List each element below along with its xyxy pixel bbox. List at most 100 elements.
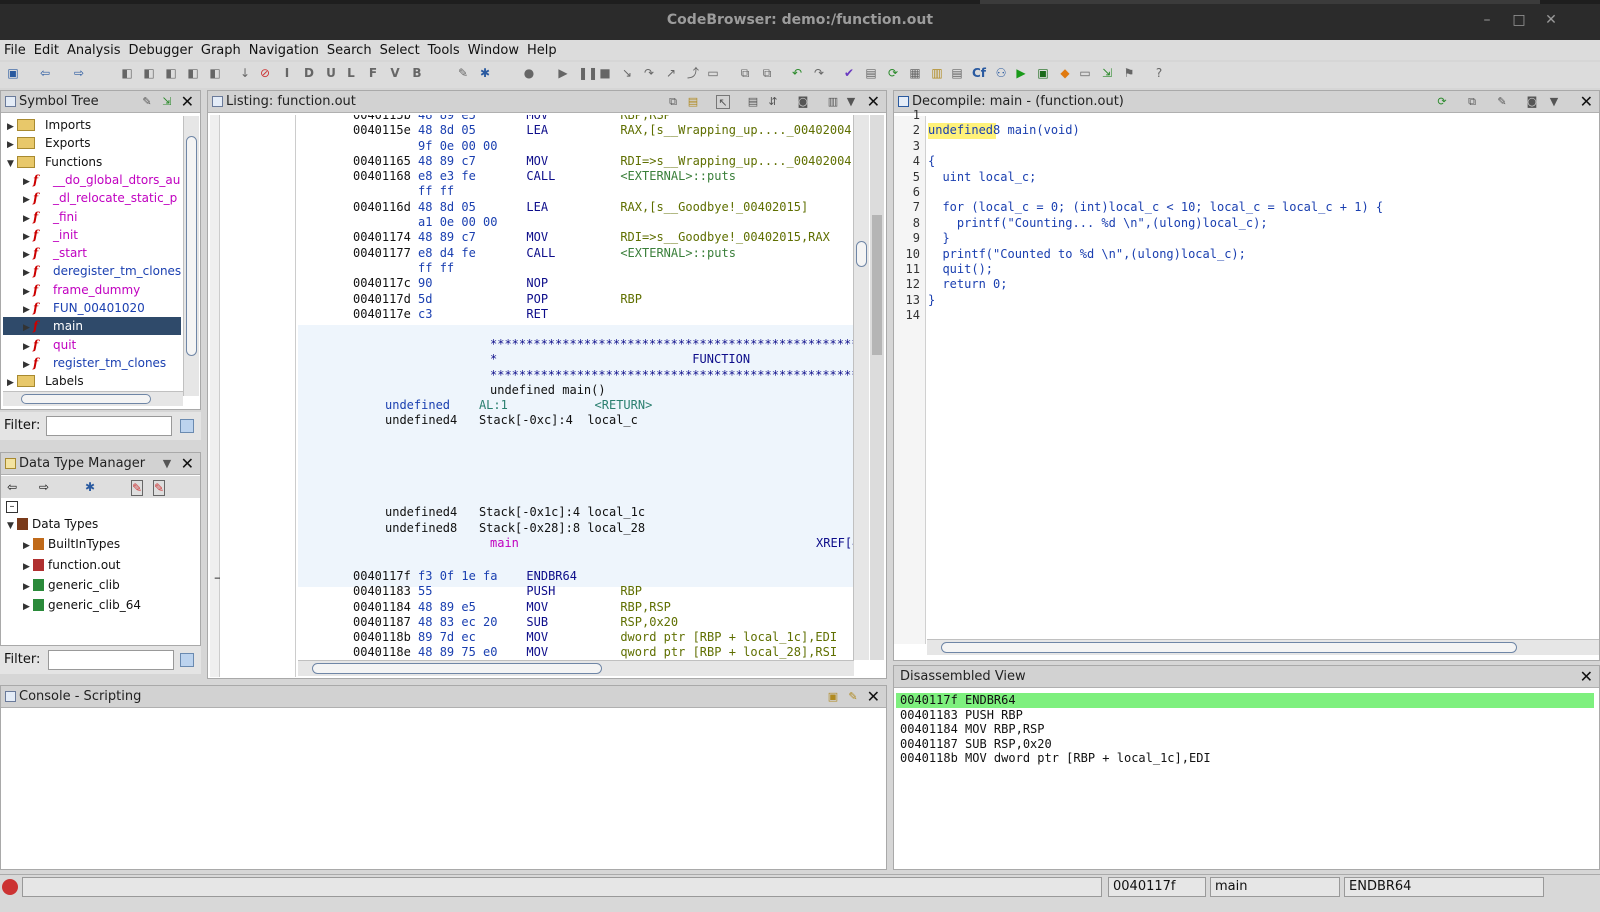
dtm-archive-icon[interactable]: ✱ bbox=[85, 480, 95, 494]
diamond-icon[interactable]: ◆ bbox=[1058, 66, 1072, 80]
edit-signature-icon[interactable]: ✎ bbox=[1495, 95, 1509, 109]
listing-line[interactable]: 0040118e 48 89 75 e0 MOV qword ptr [RBP … bbox=[353, 645, 837, 660]
listing-line[interactable]: 00401184 48 89 e5 MOV RBP,RSP bbox=[353, 600, 837, 615]
listing-line[interactable]: 00401165 48 89 c7 MOV RDI=>s__Wrapping_u… bbox=[353, 154, 854, 169]
expand-arrow-icon[interactable]: ▶ bbox=[23, 173, 33, 191]
status-error-icon[interactable] bbox=[2, 879, 18, 895]
disassembled-view-list[interactable]: 0040117f ENDBR64 00401183 PUSH RBP 0040118… bbox=[896, 691, 1596, 867]
symbol-filter-input[interactable] bbox=[46, 416, 172, 436]
tree-icon[interactable]: ⚑ bbox=[1122, 66, 1136, 80]
expand-arrow-icon[interactable]: ▶ bbox=[23, 578, 33, 596]
listing-line[interactable]: 00401168 e8 e3 fe CALL <EXTERNAL>::puts bbox=[353, 169, 854, 184]
dtm-filter-pointers-icon[interactable]: ✎ bbox=[131, 480, 144, 496]
expand-arrow-icon[interactable]: ▶ bbox=[23, 264, 33, 282]
listing-menu-icon[interactable]: ▼ bbox=[844, 95, 858, 109]
decompile-line[interactable]: 14 bbox=[894, 308, 1584, 323]
tree-item[interactable]: ▶ Exports bbox=[7, 134, 91, 152]
decompile-line[interactable]: 8 printf("Counting... %d \n",(ulong)loca… bbox=[894, 216, 1584, 231]
clear-console-icon[interactable]: ✎ bbox=[846, 690, 860, 704]
expand-arrow-icon[interactable]: ▶ bbox=[23, 598, 33, 616]
decompile-line[interactable]: 2 undefined8 main(void) bbox=[894, 123, 1584, 139]
expand-arrow-icon[interactable]: ▶ bbox=[7, 374, 17, 392]
tree-item[interactable]: ▶ Imports bbox=[7, 116, 91, 134]
decompile-hscroll[interactable] bbox=[927, 639, 1599, 655]
tree-item[interactable]: ▶ Labels bbox=[7, 372, 84, 390]
listing-line[interactable]: 0040117c 90 NOP bbox=[353, 276, 854, 291]
play-icon[interactable]: ▶ bbox=[556, 66, 570, 80]
patch-icon[interactable]: ✎ bbox=[456, 66, 470, 80]
disassembled-line[interactable]: 0040118b MOV dword ptr [RBP + local_1c],… bbox=[896, 751, 1594, 766]
expand-arrow-icon[interactable]: ▼ bbox=[7, 517, 17, 535]
function-label-row[interactable]: main XREF[4 bbox=[298, 536, 854, 551]
listing-options-icon[interactable]: ▥ bbox=[826, 95, 840, 109]
navigate-icon[interactable]: ⇲ bbox=[160, 95, 174, 109]
expand-arrow-icon[interactable]: ▶ bbox=[23, 191, 33, 209]
disassembled-line[interactable]: 00401184 MOV RBP,RSP bbox=[896, 722, 1594, 737]
expand-arrow-icon[interactable]: ▶ bbox=[23, 283, 33, 301]
close-window-icon[interactable]: ✕ bbox=[1542, 11, 1560, 29]
disassembled-line[interactable]: 00401187 SUB RSP,0x20 bbox=[896, 737, 1594, 752]
back-icon[interactable]: ⇦ bbox=[38, 66, 52, 80]
listing-vscroll[interactable] bbox=[853, 115, 869, 660]
comment-icon[interactable]: ▭ bbox=[706, 66, 720, 80]
expand-arrow-icon[interactable]: ▶ bbox=[7, 136, 17, 154]
nav-l-icon[interactable]: L bbox=[344, 66, 358, 80]
decompile-line[interactable]: 11 quit(); bbox=[894, 262, 1584, 277]
down-arrow-icon[interactable]: ↓ bbox=[238, 66, 252, 80]
dtm-back-icon[interactable]: ⇦ bbox=[7, 480, 17, 494]
tree-item[interactable]: ▶ f _init bbox=[23, 226, 78, 244]
function-variable[interactable]: undefined AL:1 <RETURN> bbox=[298, 398, 854, 413]
nav-i-icon[interactable]: I bbox=[280, 66, 294, 80]
window-icon[interactable]: ▭ bbox=[1078, 66, 1092, 80]
bug-icon[interactable]: ✱ bbox=[478, 66, 492, 80]
snapshot-icon[interactable]: ⧉ bbox=[738, 66, 752, 80]
tree-item[interactable]: ▶ f frame_dummy bbox=[23, 281, 140, 299]
dtm-filter-options-icon[interactable] bbox=[180, 653, 194, 667]
cursor-mode-icon[interactable]: ↖ bbox=[716, 95, 730, 109]
decompile-line[interactable]: 12 return 0; bbox=[894, 277, 1584, 292]
listing-line[interactable]: 00401183 55 PUSH RBP bbox=[353, 584, 837, 599]
menu-window[interactable]: Window bbox=[468, 43, 519, 58]
nav-f-icon[interactable]: F bbox=[366, 66, 380, 80]
console-output[interactable] bbox=[3, 711, 883, 867]
edit-fields-icon[interactable]: ▤ bbox=[746, 95, 760, 109]
symbol-tree-hscroll[interactable] bbox=[3, 391, 183, 406]
symbol-tree-vscroll[interactable] bbox=[183, 116, 199, 396]
menu-navigation[interactable]: Navigation bbox=[249, 43, 319, 58]
tree-item[interactable]: ▶ f FUN_00401020 bbox=[23, 299, 145, 317]
pause-icon[interactable]: ❚❚ bbox=[578, 66, 598, 80]
listing-line[interactable]: 0040115b 48 89 e5 MOV RBP,RSP bbox=[353, 115, 854, 123]
snapshot-listing-icon[interactable]: ◙ bbox=[796, 95, 810, 109]
decompile-line[interactable]: 3 bbox=[894, 139, 1584, 154]
collapse-all-icon[interactable]: – bbox=[6, 501, 18, 513]
listing-line[interactable]: 00401174 48 89 c7 MOV RDI=>s__Goodbye!_0… bbox=[353, 230, 854, 245]
listing-line[interactable]: 0040118b 89 7d ec MOV dword ptr [RBP + l… bbox=[353, 630, 837, 645]
nav-b-icon[interactable]: B bbox=[410, 66, 424, 80]
tree-item[interactable]: ▶ function.out bbox=[23, 556, 121, 574]
nav-label-icon[interactable]: ◧ bbox=[208, 66, 222, 80]
tree-item[interactable]: ▶ f main bbox=[3, 317, 181, 336]
check-icon[interactable]: ✔ bbox=[842, 66, 856, 80]
function-variable[interactable]: undefined4 Stack[-0xc]:4 local_c bbox=[298, 413, 854, 428]
expand-arrow-icon[interactable]: ▶ bbox=[23, 356, 33, 374]
diff-view-icon[interactable]: ⇵ bbox=[766, 95, 780, 109]
expand-arrow-icon[interactable]: ▶ bbox=[7, 118, 17, 136]
close-console-icon[interactable]: ✕ bbox=[867, 686, 880, 708]
tree-item[interactable]: ▼ Functions bbox=[7, 153, 102, 171]
decompile-line[interactable]: 4{ bbox=[894, 154, 1584, 169]
nav-inst-icon[interactable]: ◧ bbox=[142, 66, 156, 80]
copy-icon[interactable]: ⧉ bbox=[666, 95, 680, 109]
listing-line[interactable]: ff ff bbox=[353, 184, 854, 199]
memory-map-icon[interactable]: ▤ bbox=[950, 66, 964, 80]
expand-arrow-icon[interactable]: ▶ bbox=[23, 246, 33, 264]
function-signature[interactable]: undefined main() bbox=[298, 383, 854, 398]
step-into-icon[interactable]: ↘ bbox=[620, 66, 634, 80]
function-variable[interactable]: undefined8 Stack[-0x28]:8 local_28 bbox=[298, 521, 854, 536]
function-graph-icon[interactable]: ⚇ bbox=[994, 66, 1008, 80]
menu-tools[interactable]: Tools bbox=[428, 43, 460, 58]
dtm-filter-arrays-icon[interactable]: ✎ bbox=[153, 480, 166, 496]
filter-options-icon[interactable] bbox=[180, 419, 194, 433]
step-out-icon[interactable]: ↗ bbox=[664, 66, 678, 80]
tree-item[interactable]: ▶ f _dl_relocate_static_p bbox=[23, 189, 177, 207]
function-variable[interactable]: undefined4 Stack[-0x1c]:4 local_1c bbox=[298, 505, 854, 520]
